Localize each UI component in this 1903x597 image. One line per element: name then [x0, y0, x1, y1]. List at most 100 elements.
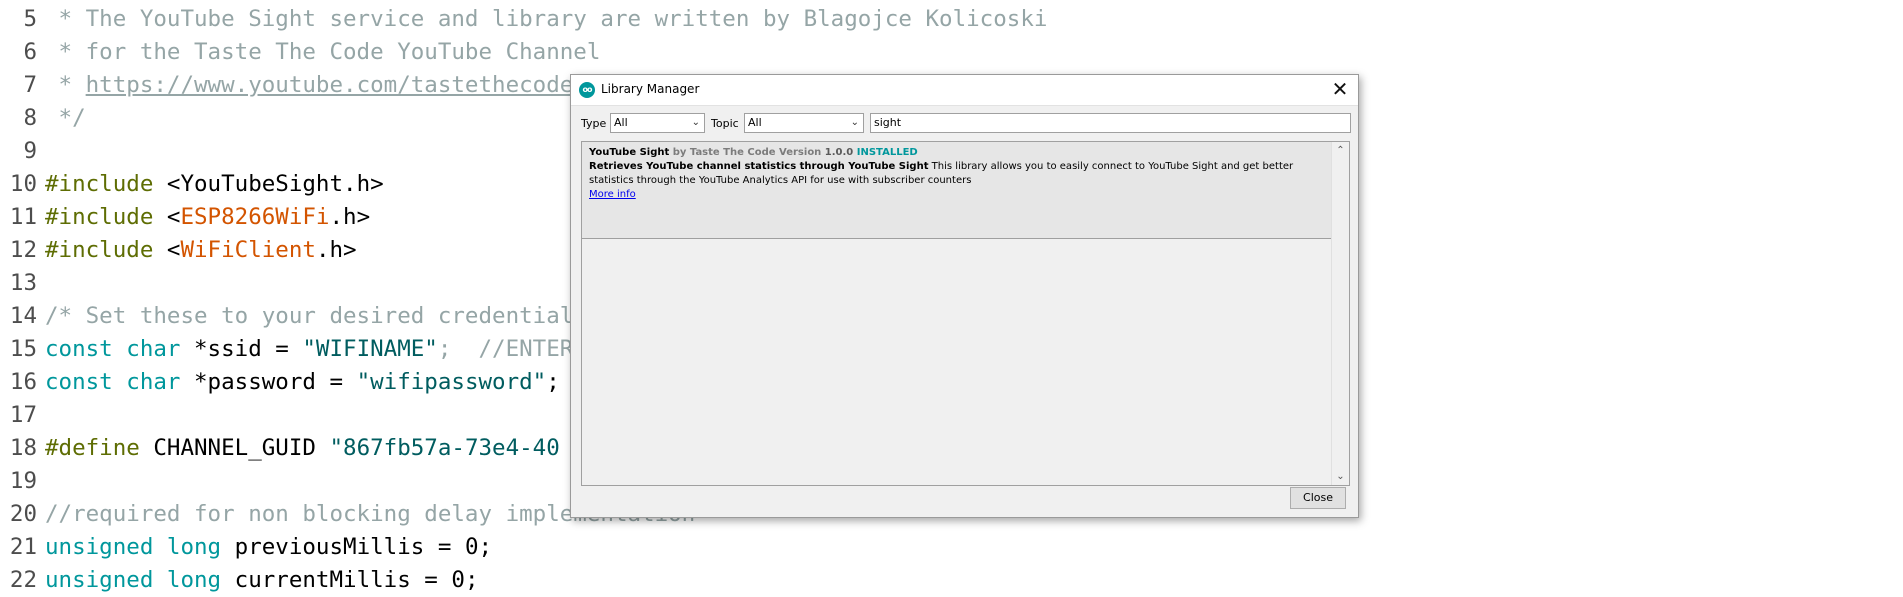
code-token: previousMillis = 0;: [221, 534, 493, 560]
code-token: *: [45, 72, 86, 98]
close-button[interactable]: Close: [1290, 487, 1346, 509]
line-number: 8: [23, 105, 37, 131]
line-number: 11: [9, 204, 37, 230]
code-token: "wifipassword": [356, 369, 547, 395]
code-token: long: [166, 534, 222, 560]
line-number: 12: [9, 237, 37, 263]
code-token: const: [45, 369, 113, 395]
dialog-title: Library Manager: [601, 82, 700, 96]
code-token: #include: [45, 237, 154, 263]
line-number: 16: [9, 369, 37, 395]
code-token: <: [153, 237, 181, 263]
line-number: 10: [9, 171, 37, 197]
chevron-up-icon[interactable]: ⌃: [1332, 142, 1349, 159]
code-token: "867fb57a-73e4-40: [329, 435, 560, 461]
library-manager-dialog: oo Library Manager ✕ Type All ⌄ Topic Al…: [570, 74, 1359, 518]
code-line: 5 * The YouTube Sight service and librar…: [0, 3, 1047, 36]
code-token: .h>: [315, 237, 357, 263]
line-number: 14: [9, 303, 37, 329]
code-token: "WIFINAME": [302, 336, 438, 362]
code-line: 19: [0, 465, 45, 498]
code-token: currentMillis = 0;: [221, 567, 479, 593]
topic-select[interactable]: All ⌄: [744, 113, 864, 133]
topic-select-value: All: [748, 116, 762, 129]
code-token: ESP8266WiFi: [180, 204, 330, 230]
line-number: 20: [9, 501, 37, 527]
library-version: 1.0.0: [824, 147, 854, 158]
chevron-down-icon[interactable]: ⌄: [1332, 468, 1349, 485]
line-number: 9: [23, 138, 37, 164]
code-line: 13: [0, 267, 45, 300]
line-number: 5: [23, 6, 37, 32]
library-version-label: Version: [775, 147, 825, 158]
line-number: 19: [9, 468, 37, 494]
line-number: 18: [9, 435, 37, 461]
type-select-value: All: [614, 116, 628, 129]
arduino-icon: oo: [579, 82, 595, 98]
code-token: #define: [45, 435, 140, 461]
line-number: 21: [9, 534, 37, 560]
code-token: https://www.youtube.com/tastethecode: [85, 72, 574, 98]
code-token: WiFiClient: [180, 237, 316, 263]
more-info-link[interactable]: More info: [589, 189, 636, 200]
code-token: CHANNEL_GUID: [139, 435, 330, 461]
close-icon[interactable]: ✕: [1328, 77, 1352, 101]
type-select[interactable]: All ⌄: [610, 113, 705, 133]
library-summary: Retrieves YouTube channel statistics thr…: [589, 161, 929, 172]
code-token: unsigned: [45, 567, 154, 593]
code-token: char: [126, 336, 181, 362]
search-input[interactable]: sight: [870, 113, 1351, 133]
code-line: 11 #include <ESP8266WiFi.h>: [0, 201, 370, 234]
chevron-down-icon: ⌄: [850, 117, 859, 128]
code-token: */: [45, 105, 86, 131]
line-number: 6: [23, 39, 37, 65]
code-line: 8 */: [0, 102, 86, 135]
code-token: #include: [45, 204, 154, 230]
code-line: 12 #include <WiFiClient.h>: [0, 234, 357, 267]
line-number: 15: [9, 336, 37, 362]
library-results-list[interactable]: YouTube Sight by Taste The Code Version …: [581, 141, 1350, 486]
code-line: 10 #include <YouTubeSight.h>: [0, 168, 384, 201]
code-line: 6 * for the Taste The Code YouTube Chann…: [0, 36, 600, 69]
code-token: *password =: [180, 369, 357, 395]
chevron-down-icon: ⌄: [691, 117, 700, 128]
code-token: #include: [45, 171, 154, 197]
results-scrollbar[interactable]: ⌃ ⌄: [1331, 142, 1349, 485]
line-number: 22: [9, 567, 37, 593]
code-line: 18 #define CHANNEL_GUID "867fb57a-73e4-40: [0, 432, 560, 465]
type-label: Type: [581, 117, 607, 130]
code-token: <: [153, 204, 181, 230]
code-line: 22 unsigned long currentMillis = 0;: [0, 564, 479, 597]
code-token: <YouTubeSight.h>: [153, 171, 384, 197]
code-line: 7 * https://www.youtube.com/tastethecode: [0, 69, 573, 102]
code-token: char: [126, 369, 181, 395]
code-token: .h>: [329, 204, 371, 230]
filter-bar: Type All ⌄ Topic All ⌄ sight: [581, 113, 1351, 135]
library-name: YouTube Sight: [589, 147, 670, 158]
code-line: 21 unsigned long previousMillis = 0;: [0, 531, 492, 564]
dialog-titlebar[interactable]: oo Library Manager ✕: [571, 75, 1358, 106]
code-token: * for the Taste The Code YouTube Channel: [45, 39, 601, 65]
code-token: unsigned: [45, 534, 154, 560]
code-line: 17: [0, 399, 45, 432]
topic-label: Topic: [711, 117, 739, 130]
code-token: *ssid =: [180, 336, 303, 362]
code-token: ;: [546, 369, 560, 395]
code-token: /* Set these to your desired credentials…: [45, 303, 642, 329]
code-line: 16 const char *password = "wifipassword";: [0, 366, 560, 399]
code-token: long: [166, 567, 222, 593]
line-number: 7: [23, 72, 37, 98]
library-item[interactable]: YouTube Sight by Taste The Code Version …: [582, 142, 1333, 239]
code-token: * The YouTube Sight service and library …: [45, 6, 1048, 32]
installed-badge: INSTALLED: [853, 147, 918, 158]
line-number: 13: [9, 270, 37, 296]
line-number: 17: [9, 402, 37, 428]
code-line: 9: [0, 135, 45, 168]
code-token: const: [45, 336, 113, 362]
code-line: 14 /* Set these to your desired credentia…: [0, 300, 641, 333]
library-author: by Taste The Code: [669, 147, 776, 158]
